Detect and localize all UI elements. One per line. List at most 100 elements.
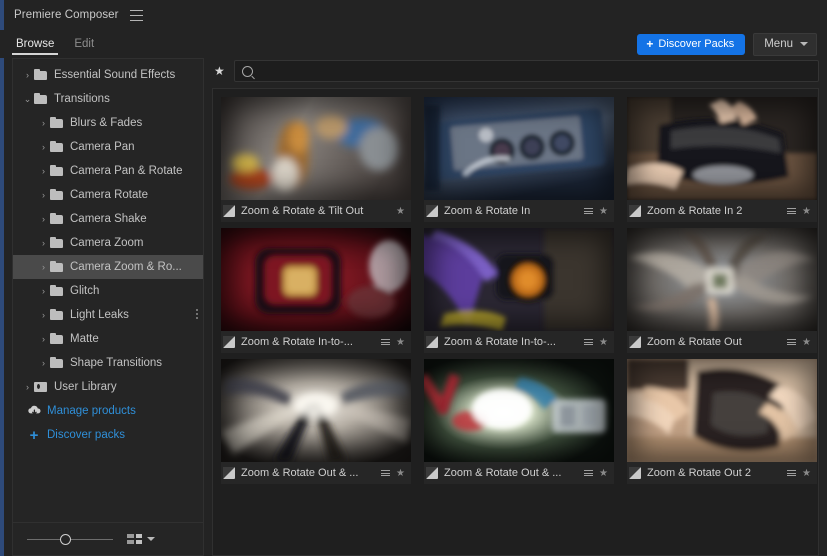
star-icon[interactable]: ★: [599, 468, 610, 479]
list-menu-icon[interactable]: [787, 470, 797, 476]
sidebar-item-blurs-fades[interactable]: › Blurs & Fades: [13, 111, 203, 135]
sidebar-item-label: Blurs & Fades: [70, 117, 143, 129]
preset-card[interactable]: Zoom & Rotate Out & ... ★: [424, 359, 614, 484]
preset-thumbnail[interactable]: [221, 228, 411, 331]
transition-icon: [426, 467, 438, 479]
panel-menu-icon[interactable]: [129, 9, 143, 21]
preset-card[interactable]: Zoom & Rotate Out ★: [627, 228, 817, 353]
preset-thumbnail[interactable]: [627, 359, 817, 462]
preset-thumbnail[interactable]: [221, 359, 411, 462]
chevron-right-icon[interactable]: ›: [21, 382, 34, 392]
sidebar-item-shape-transitions[interactable]: › Shape Transitions: [13, 351, 203, 375]
preset-label: Zoom & Rotate In-to-...: [444, 336, 556, 348]
preset-card[interactable]: Zoom & Rotate Out & ... ★: [221, 359, 411, 484]
folder-icon: [50, 141, 63, 152]
list-menu-icon[interactable]: [381, 339, 391, 345]
chevron-right-icon[interactable]: ›: [37, 310, 50, 320]
star-icon[interactable]: ★: [396, 206, 407, 217]
star-icon[interactable]: ★: [802, 337, 813, 348]
preset-caption: Zoom & Rotate In 2 ★: [627, 200, 817, 222]
sidebar-item-label: User Library: [54, 381, 117, 393]
sidebar-link-discover-packs[interactable]: + Discover packs: [13, 423, 203, 447]
tab-browse[interactable]: Browse: [10, 30, 60, 58]
preset-thumbnail[interactable]: [424, 97, 614, 200]
overflow-dots-icon[interactable]: [196, 309, 198, 319]
thumbnail-vignette: [424, 97, 614, 200]
chevron-right-icon[interactable]: ›: [37, 286, 50, 296]
thumbnail-vignette: [627, 228, 817, 331]
sidebar-item-label: Transitions: [54, 93, 110, 105]
sidebar-item-camera-rotate[interactable]: › Camera Rotate: [13, 183, 203, 207]
chevron-right-icon[interactable]: ›: [37, 166, 50, 176]
view-mode-toggle[interactable]: [127, 534, 155, 544]
sidebar-item-glitch[interactable]: › Glitch: [13, 279, 203, 303]
chevron-down-icon[interactable]: ⌄: [21, 94, 34, 104]
preset-card[interactable]: Zoom & Rotate In 2 ★: [627, 97, 817, 222]
search-input[interactable]: [252, 64, 811, 78]
menu-button[interactable]: Menu: [753, 32, 817, 56]
tab-browse-label: Browse: [16, 38, 55, 50]
preset-caption: Zoom & Rotate In-to-... ★: [221, 331, 411, 353]
chevron-right-icon[interactable]: ›: [37, 214, 50, 224]
preset-label: Zoom & Rotate Out: [647, 336, 742, 348]
chevron-right-icon[interactable]: ›: [37, 118, 50, 128]
list-menu-icon[interactable]: [787, 339, 797, 345]
sidebar-item-label: Camera Pan & Rotate: [70, 165, 183, 177]
sidebar-item-essential-sound-effects[interactable]: › Essential Sound Effects: [13, 63, 203, 87]
star-icon[interactable]: ★: [599, 206, 610, 217]
star-icon[interactable]: ★: [599, 337, 610, 348]
chevron-right-icon[interactable]: ›: [37, 262, 50, 272]
preset-thumbnail[interactable]: [424, 359, 614, 462]
sidebar-link-manage-products[interactable]: Manage products: [13, 399, 203, 423]
thumbnail-vignette: [424, 228, 614, 331]
preset-thumbnail[interactable]: [424, 228, 614, 331]
preset-caption: Zoom & Rotate In ★: [424, 200, 614, 222]
preset-card[interactable]: Zoom & Rotate In-to-... ★: [221, 228, 411, 353]
list-menu-icon[interactable]: [381, 470, 391, 476]
preset-thumbnail[interactable]: [627, 97, 817, 200]
star-icon[interactable]: ★: [802, 468, 813, 479]
list-menu-icon[interactable]: [584, 470, 594, 476]
preset-thumbnail[interactable]: [627, 228, 817, 331]
chevron-right-icon[interactable]: ›: [21, 70, 34, 80]
sidebar-item-light-leaks[interactable]: › Light Leaks: [13, 303, 203, 327]
sidebar-item-label: Camera Shake: [70, 213, 147, 225]
sidebar-item-camera-pan-rotate[interactable]: › Camera Pan & Rotate: [13, 159, 203, 183]
preset-card[interactable]: Zoom & Rotate & Tilt Out ★: [221, 97, 411, 222]
sidebar-item-camera-zoom-ro[interactable]: › Camera Zoom & Ro...: [13, 255, 203, 279]
sidebar-item-matte[interactable]: › Matte: [13, 327, 203, 351]
transition-icon: [223, 336, 235, 348]
chevron-right-icon[interactable]: ›: [37, 334, 50, 344]
preset-thumbnail[interactable]: [221, 97, 411, 200]
chevron-right-icon[interactable]: ›: [37, 238, 50, 248]
star-icon[interactable]: ★: [802, 206, 813, 217]
chevron-right-icon[interactable]: ›: [37, 190, 50, 200]
sidebar-item-user-library[interactable]: › User Library: [13, 375, 203, 399]
sidebar-item-camera-pan[interactable]: › Camera Pan: [13, 135, 203, 159]
preset-card[interactable]: Zoom & Rotate In-to-... ★: [424, 228, 614, 353]
chevron-right-icon[interactable]: ›: [37, 358, 50, 368]
preset-card[interactable]: Zoom & Rotate In ★: [424, 97, 614, 222]
slider-knob[interactable]: [59, 533, 71, 545]
list-menu-icon[interactable]: [787, 208, 797, 214]
search-field[interactable]: [233, 60, 819, 82]
transition-icon: [223, 205, 235, 217]
sidebar-item-label: Glitch: [70, 285, 100, 297]
list-menu-icon[interactable]: [584, 208, 594, 214]
thumbnail-vignette: [627, 359, 817, 462]
discover-packs-button[interactable]: + Discover Packs: [637, 33, 746, 55]
preset-card[interactable]: Zoom & Rotate Out 2 ★: [627, 359, 817, 484]
sidebar-item-label: Light Leaks: [70, 309, 129, 321]
chevron-right-icon[interactable]: ›: [37, 142, 50, 152]
sidebar-item-camera-shake[interactable]: › Camera Shake: [13, 207, 203, 231]
sidebar-item-transitions[interactable]: ⌄ Transitions: [13, 87, 203, 111]
tab-edit[interactable]: Edit: [68, 30, 100, 58]
star-icon[interactable]: ★: [396, 337, 407, 348]
thumbnail-size-slider[interactable]: [27, 533, 113, 545]
sidebar-item-camera-zoom[interactable]: › Camera Zoom: [13, 231, 203, 255]
preset-label: Zoom & Rotate In: [444, 205, 531, 217]
favorites-filter-icon[interactable]: ★: [212, 64, 227, 78]
star-icon[interactable]: ★: [396, 468, 407, 479]
list-menu-icon[interactable]: [584, 339, 594, 345]
sidebar-link-label: Discover packs: [47, 429, 125, 441]
